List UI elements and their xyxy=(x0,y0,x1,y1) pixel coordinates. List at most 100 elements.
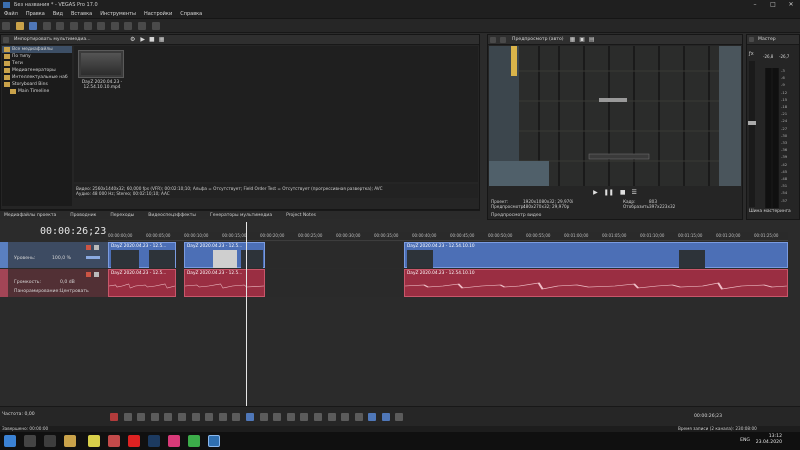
preview-properties-icon[interactable] xyxy=(490,36,496,43)
render-icon[interactable] xyxy=(42,22,51,30)
crossfade-icon[interactable] xyxy=(395,413,404,421)
view-icon[interactable]: ▦ xyxy=(159,36,165,43)
play-icon[interactable]: ▶ xyxy=(140,36,145,43)
tab-master-bus[interactable]: Шина мастеринга xyxy=(749,209,791,214)
video-level-slider[interactable] xyxy=(86,256,100,259)
opera-icon[interactable] xyxy=(128,435,140,447)
maximize-icon[interactable]: □ xyxy=(764,0,782,10)
redo-icon[interactable] xyxy=(124,22,133,30)
app-icon[interactable] xyxy=(88,435,100,447)
tree-item-storyboard-bins[interactable]: Storyboard Bins xyxy=(2,81,72,88)
selection-edit-icon[interactable] xyxy=(273,413,282,421)
next-frame-icon[interactable] xyxy=(232,413,241,421)
task-view-icon[interactable] xyxy=(44,435,56,447)
menu-edit[interactable]: Правка xyxy=(26,10,45,19)
settings-icon[interactable]: ⚙ xyxy=(130,36,135,43)
tree-item-media-generators[interactable]: Медиагенераторы xyxy=(2,67,72,74)
mute-icon[interactable] xyxy=(86,245,91,250)
help-icon[interactable] xyxy=(151,22,160,30)
tab-project-notes[interactable]: Project Notes xyxy=(286,211,316,220)
tab-transitions[interactable]: Переходы xyxy=(110,211,134,220)
envelope-edit-icon[interactable] xyxy=(259,413,268,421)
properties-icon[interactable] xyxy=(56,22,65,30)
video-clip[interactable]: DayZ 2020.04.23 - 12.54.10.10 xyxy=(404,242,788,268)
time-ruler[interactable]: 00:00:00;00 00:00:05;00 00:00:10;00 00:00:1… xyxy=(108,232,788,241)
import-icon[interactable] xyxy=(3,36,9,43)
explorer-icon[interactable] xyxy=(64,435,76,447)
search-icon[interactable] xyxy=(24,435,36,447)
menu-tools[interactable]: Инструменты xyxy=(100,10,136,19)
solo-icon[interactable] xyxy=(94,245,99,250)
clock[interactable]: 13:12 23.04.2020 xyxy=(756,434,782,446)
split-icon[interactable] xyxy=(313,413,322,421)
marker-icon[interactable] xyxy=(341,413,350,421)
master-fx-icon[interactable]: ƒx xyxy=(749,51,754,57)
mute-icon[interactable] xyxy=(86,272,91,277)
region-icon[interactable] xyxy=(354,413,363,421)
save-snapshot-icon[interactable]: ▤ xyxy=(589,36,595,43)
app-icon[interactable] xyxy=(168,435,180,447)
play-icon[interactable] xyxy=(150,413,159,421)
menu-help[interactable]: Справка xyxy=(180,10,202,19)
auto-ripple-icon[interactable] xyxy=(381,413,390,421)
video-clip[interactable]: DayZ 2020.04.23 - 12.5... xyxy=(184,242,265,268)
app-icon[interactable] xyxy=(108,435,120,447)
snapping-icon[interactable] xyxy=(368,413,377,421)
audio-clip[interactable]: DayZ 2020.04.23 - 12.54.10.10 xyxy=(404,269,788,297)
steam-icon[interactable] xyxy=(148,435,160,447)
menu-view[interactable]: Вид xyxy=(53,10,63,19)
audio-track-lane[interactable]: DayZ 2020.04.23 - 12.5... DayZ 2020.04.2… xyxy=(108,269,788,297)
playhead-cursor[interactable] xyxy=(246,222,247,408)
close-icon[interactable]: ✕ xyxy=(782,0,800,10)
new-project-icon[interactable] xyxy=(2,22,10,30)
preview-stop-icon[interactable]: ■ xyxy=(620,189,626,196)
preview-quality-dropdown[interactable]: Предпросмотр (авто) xyxy=(512,37,564,42)
tree-item-tags[interactable]: Теги xyxy=(2,60,72,67)
pause-icon[interactable] xyxy=(164,413,173,421)
lock-icon[interactable] xyxy=(327,413,336,421)
solo-icon[interactable] xyxy=(94,272,99,277)
tree-item-main-timeline[interactable]: Main Timeline xyxy=(2,88,72,95)
vegas-taskbar-icon[interactable] xyxy=(208,435,220,447)
preview-pause-icon[interactable]: ❚❚ xyxy=(604,189,614,196)
save-project-icon[interactable] xyxy=(29,22,38,30)
language-indicator[interactable]: ENG xyxy=(740,438,750,443)
menu-file[interactable]: Файл xyxy=(4,10,18,19)
menu-insert[interactable]: Вставка xyxy=(71,10,92,19)
play-from-start-icon[interactable] xyxy=(137,413,146,421)
tab-project-media[interactable]: Медиафайлы проекта xyxy=(4,211,56,220)
stop-icon[interactable] xyxy=(177,413,186,421)
open-project-icon[interactable] xyxy=(15,22,24,30)
overlays-icon[interactable]: ▦ xyxy=(570,36,576,43)
audio-track-header[interactable]: Громкость: 0,0 dB Панорамирование: Центр… xyxy=(0,269,108,297)
xbox-icon[interactable] xyxy=(188,435,200,447)
undo-icon[interactable] xyxy=(110,22,119,30)
preview-play-icon[interactable]: ▶ xyxy=(593,189,598,196)
preview-menu-icon[interactable]: ☰ xyxy=(631,189,636,196)
tree-item-smart-bins[interactable]: Интеллектуальные наб xyxy=(2,74,72,81)
normal-edit-tool-icon[interactable] xyxy=(137,22,146,30)
video-clip[interactable]: DayZ 2020.04.23 - 12.5... xyxy=(108,242,176,268)
prev-frame-icon[interactable] xyxy=(218,413,227,421)
audio-clip[interactable]: DayZ 2020.04.23 - 12.5... xyxy=(108,269,176,297)
tab-video-fx[interactable]: Видеоспецэффекты xyxy=(148,211,196,220)
media-thumbnail[interactable] xyxy=(78,50,124,78)
video-track-header[interactable]: Уровень: 100,0 % xyxy=(0,242,108,268)
tree-item-by-type[interactable]: По типу xyxy=(2,53,72,60)
go-to-start-icon[interactable] xyxy=(191,413,200,421)
paste-icon[interactable] xyxy=(97,22,106,30)
loop-icon[interactable] xyxy=(123,413,132,421)
copy-icon[interactable] xyxy=(83,22,92,30)
copy-snapshot-icon[interactable]: ▣ xyxy=(579,36,585,43)
menu-settings[interactable]: Настройки xyxy=(144,10,172,19)
master-properties-icon[interactable] xyxy=(749,37,754,42)
tree-item-all-media[interactable]: Все медиафайлы xyxy=(2,46,72,53)
cut-icon[interactable] xyxy=(69,22,78,30)
delete-icon[interactable] xyxy=(286,413,295,421)
trim-icon[interactable] xyxy=(300,413,309,421)
tab-media-generators[interactable]: Генераторы мультимедиа xyxy=(210,211,272,220)
timeline-empty-area[interactable] xyxy=(0,298,800,406)
record-icon[interactable] xyxy=(110,413,118,421)
audio-clip[interactable]: DayZ 2020.04.23 - 12.5... xyxy=(184,269,265,297)
go-to-end-icon[interactable] xyxy=(205,413,214,421)
